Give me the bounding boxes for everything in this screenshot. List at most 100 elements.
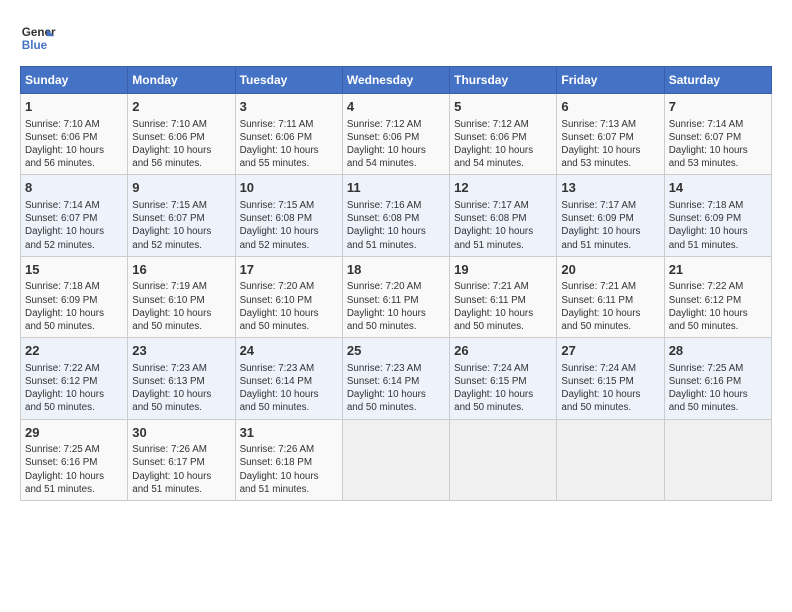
- calendar-cell: 23 Sunrise: 7:23 AMSunset: 6:13 PMDayligh…: [128, 338, 235, 419]
- day-detail: Sunrise: 7:25 AMSunset: 6:16 PMDaylight:…: [669, 362, 767, 415]
- calendar-cell: 22 Sunrise: 7:22 AMSunset: 6:12 PMDayligh…: [21, 338, 128, 419]
- calendar-cell: 27Sunrise: 7:24 AMSunset: 6:15 PMDayligh…: [557, 338, 664, 419]
- calendar-cell: 10 Sunrise: 7:15 AMSunset: 6:08 PMDayligh…: [235, 175, 342, 256]
- day-number: 12: [454, 179, 552, 197]
- day-detail: Sunrise: 7:15 AMSunset: 6:07 PMDaylight:…: [132, 199, 230, 252]
- calendar-cell: 11 Sunrise: 7:16 AMSunset: 6:08 PMDayligh…: [342, 175, 449, 256]
- column-header-tuesday: Tuesday: [235, 67, 342, 94]
- day-detail: Sunrise: 7:12 AMSunset: 6:06 PMDaylight:…: [347, 118, 445, 171]
- day-number: 19: [454, 261, 552, 279]
- day-number: 25: [347, 342, 445, 360]
- calendar-cell: [664, 419, 771, 500]
- day-detail: Sunrise: 7:24 AMSunset: 6:15 PMDaylight:…: [454, 362, 552, 415]
- day-detail: Sunrise: 7:14 AMSunset: 6:07 PMDaylight:…: [25, 199, 123, 252]
- calendar-cell: 8 Sunrise: 7:14 AMSunset: 6:07 PMDaylight…: [21, 175, 128, 256]
- calendar-cell: 3 Sunrise: 7:11 AMSunset: 6:06 PMDaylight…: [235, 94, 342, 175]
- day-number: 16: [132, 261, 230, 279]
- day-number: 5: [454, 98, 552, 116]
- day-detail: Sunrise: 7:17 AMSunset: 6:08 PMDaylight:…: [454, 199, 552, 252]
- calendar-week-4: 22 Sunrise: 7:22 AMSunset: 6:12 PMDayligh…: [21, 338, 772, 419]
- calendar-week-2: 8 Sunrise: 7:14 AMSunset: 6:07 PMDaylight…: [21, 175, 772, 256]
- calendar-week-1: 1 Sunrise: 7:10 AMSunset: 6:06 PMDaylight…: [21, 94, 772, 175]
- day-number: 7: [669, 98, 767, 116]
- calendar-cell: [557, 419, 664, 500]
- calendar-cell: 2 Sunrise: 7:10 AMSunset: 6:06 PMDaylight…: [128, 94, 235, 175]
- day-number: 6: [561, 98, 659, 116]
- calendar-cell: 20Sunrise: 7:21 AMSunset: 6:11 PMDayligh…: [557, 256, 664, 337]
- calendar-header-row: SundayMondayTuesdayWednesdayThursdayFrid…: [21, 67, 772, 94]
- calendar-cell: 26 Sunrise: 7:24 AMSunset: 6:15 PMDayligh…: [450, 338, 557, 419]
- day-number: 2: [132, 98, 230, 116]
- day-detail: Sunrise: 7:23 AMSunset: 6:14 PMDaylight:…: [347, 362, 445, 415]
- calendar-cell: [342, 419, 449, 500]
- day-number: 21: [669, 261, 767, 279]
- day-detail: Sunrise: 7:26 AMSunset: 6:17 PMDaylight:…: [132, 443, 230, 496]
- column-header-sunday: Sunday: [21, 67, 128, 94]
- calendar-cell: 15Sunrise: 7:18 AMSunset: 6:09 PMDayligh…: [21, 256, 128, 337]
- svg-text:Blue: Blue: [22, 39, 48, 52]
- calendar-cell: 29Sunrise: 7:25 AMSunset: 6:16 PMDayligh…: [21, 419, 128, 500]
- day-detail: Sunrise: 7:10 AMSunset: 6:06 PMDaylight:…: [25, 118, 123, 171]
- day-number: 26: [454, 342, 552, 360]
- calendar-cell: 18Sunrise: 7:20 AMSunset: 6:11 PMDayligh…: [342, 256, 449, 337]
- day-number: 22: [25, 342, 123, 360]
- calendar-cell: 7 Sunrise: 7:14 AMSunset: 6:07 PMDaylight…: [664, 94, 771, 175]
- calendar-cell: 16Sunrise: 7:19 AMSunset: 6:10 PMDayligh…: [128, 256, 235, 337]
- column-header-thursday: Thursday: [450, 67, 557, 94]
- day-detail: Sunrise: 7:26 AMSunset: 6:18 PMDaylight:…: [240, 443, 338, 496]
- day-detail: Sunrise: 7:11 AMSunset: 6:06 PMDaylight:…: [240, 118, 338, 171]
- day-detail: Sunrise: 7:17 AMSunset: 6:09 PMDaylight:…: [561, 199, 659, 252]
- calendar-cell: 17Sunrise: 7:20 AMSunset: 6:10 PMDayligh…: [235, 256, 342, 337]
- day-detail: Sunrise: 7:12 AMSunset: 6:06 PMDaylight:…: [454, 118, 552, 171]
- calendar-week-5: 29Sunrise: 7:25 AMSunset: 6:16 PMDayligh…: [21, 419, 772, 500]
- day-number: 11: [347, 179, 445, 197]
- day-detail: Sunrise: 7:20 AMSunset: 6:10 PMDaylight:…: [240, 280, 338, 333]
- calendar-cell: 21Sunrise: 7:22 AMSunset: 6:12 PMDayligh…: [664, 256, 771, 337]
- day-number: 13: [561, 179, 659, 197]
- column-header-monday: Monday: [128, 67, 235, 94]
- day-detail: Sunrise: 7:10 AMSunset: 6:06 PMDaylight:…: [132, 118, 230, 171]
- day-detail: Sunrise: 7:20 AMSunset: 6:11 PMDaylight:…: [347, 280, 445, 333]
- day-number: 8: [25, 179, 123, 197]
- day-detail: Sunrise: 7:23 AMSunset: 6:13 PMDaylight:…: [132, 362, 230, 415]
- calendar-cell: 13 Sunrise: 7:17 AMSunset: 6:09 PMDayligh…: [557, 175, 664, 256]
- calendar-table: SundayMondayTuesdayWednesdayThursdayFrid…: [20, 66, 772, 501]
- day-number: 29: [25, 424, 123, 442]
- calendar-cell: 4 Sunrise: 7:12 AMSunset: 6:06 PMDaylight…: [342, 94, 449, 175]
- day-detail: Sunrise: 7:14 AMSunset: 6:07 PMDaylight:…: [669, 118, 767, 171]
- day-number: 27: [561, 342, 659, 360]
- day-number: 1: [25, 98, 123, 116]
- day-number: 4: [347, 98, 445, 116]
- day-number: 30: [132, 424, 230, 442]
- calendar-cell: 6 Sunrise: 7:13 AMSunset: 6:07 PMDaylight…: [557, 94, 664, 175]
- day-number: 18: [347, 261, 445, 279]
- calendar-cell: 30Sunrise: 7:26 AMSunset: 6:17 PMDayligh…: [128, 419, 235, 500]
- page-header: General Blue: [20, 20, 772, 56]
- day-detail: Sunrise: 7:13 AMSunset: 6:07 PMDaylight:…: [561, 118, 659, 171]
- day-number: 31: [240, 424, 338, 442]
- calendar-cell: 31Sunrise: 7:26 AMSunset: 6:18 PMDayligh…: [235, 419, 342, 500]
- day-number: 14: [669, 179, 767, 197]
- calendar-cell: 25 Sunrise: 7:23 AMSunset: 6:14 PMDayligh…: [342, 338, 449, 419]
- day-number: 10: [240, 179, 338, 197]
- logo: General Blue: [20, 20, 56, 56]
- day-number: 28: [669, 342, 767, 360]
- calendar-cell: 5 Sunrise: 7:12 AMSunset: 6:06 PMDaylight…: [450, 94, 557, 175]
- day-detail: Sunrise: 7:18 AMSunset: 6:09 PMDaylight:…: [669, 199, 767, 252]
- day-detail: Sunrise: 7:22 AMSunset: 6:12 PMDaylight:…: [25, 362, 123, 415]
- day-detail: Sunrise: 7:22 AMSunset: 6:12 PMDaylight:…: [669, 280, 767, 333]
- logo-icon: General Blue: [20, 20, 56, 56]
- calendar-week-3: 15Sunrise: 7:18 AMSunset: 6:09 PMDayligh…: [21, 256, 772, 337]
- calendar-cell: 28 Sunrise: 7:25 AMSunset: 6:16 PMDayligh…: [664, 338, 771, 419]
- day-number: 9: [132, 179, 230, 197]
- day-detail: Sunrise: 7:23 AMSunset: 6:14 PMDaylight:…: [240, 362, 338, 415]
- svg-text:General: General: [22, 26, 56, 39]
- calendar-cell: 9 Sunrise: 7:15 AMSunset: 6:07 PMDaylight…: [128, 175, 235, 256]
- day-detail: Sunrise: 7:16 AMSunset: 6:08 PMDaylight:…: [347, 199, 445, 252]
- day-detail: Sunrise: 7:15 AMSunset: 6:08 PMDaylight:…: [240, 199, 338, 252]
- calendar-cell: [450, 419, 557, 500]
- calendar-cell: 12 Sunrise: 7:17 AMSunset: 6:08 PMDayligh…: [450, 175, 557, 256]
- day-number: 23: [132, 342, 230, 360]
- day-detail: Sunrise: 7:19 AMSunset: 6:10 PMDaylight:…: [132, 280, 230, 333]
- day-number: 3: [240, 98, 338, 116]
